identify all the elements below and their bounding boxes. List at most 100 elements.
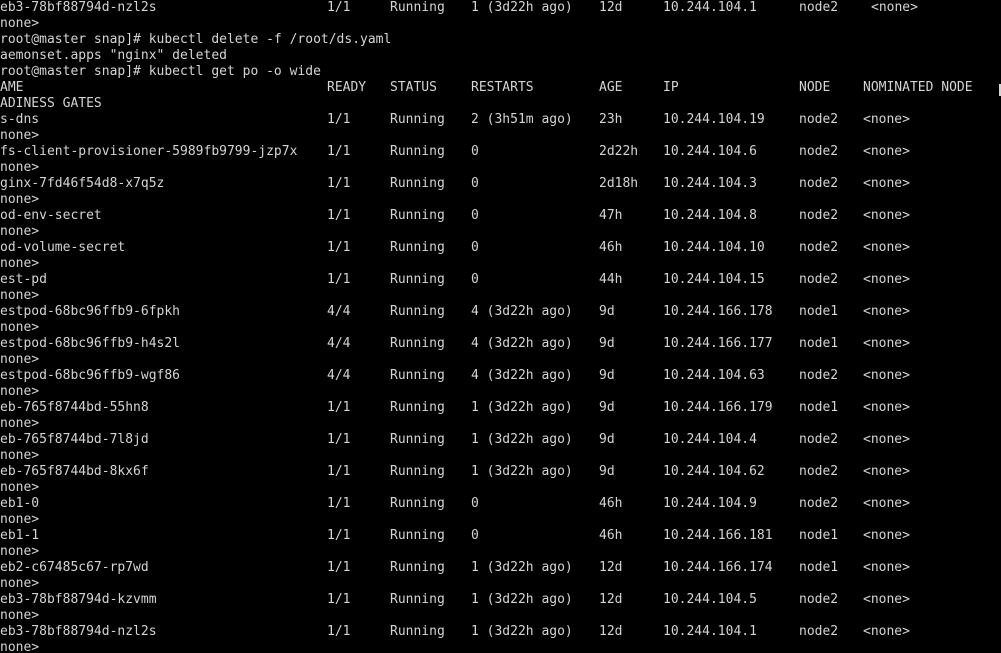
pod-status: Running — [390, 528, 445, 543]
pod-node: node2 — [799, 432, 839, 447]
command-line: root@master snap]# kubectl get po -o wid… — [0, 64, 321, 79]
pod-node: node1 — [799, 400, 839, 415]
pod-age: 46h — [599, 528, 623, 543]
pod-status: Running — [390, 176, 445, 191]
pod-status: Running — [390, 0, 445, 15]
pod-status: Running — [390, 592, 445, 607]
pod-ready: 1/1 — [327, 208, 351, 223]
row-readiness-gates: none> — [0, 448, 40, 463]
pod-ready: 1/1 — [327, 624, 351, 639]
pod-ip: 10.244.104.19 — [663, 112, 765, 127]
pod-age: 9d — [599, 336, 615, 351]
pod-ip: 10.244.166.179 — [663, 400, 773, 415]
header-restarts: RESTARTS — [471, 80, 534, 95]
pod-name: eb1-1 — [0, 528, 40, 543]
pod-node: node1 — [799, 336, 839, 351]
pod-restarts: 4 (3d22h ago) — [471, 368, 573, 383]
pod-ready: 1/1 — [327, 592, 351, 607]
row-readiness-gates: none> — [0, 128, 40, 143]
pod-name: eb1-0 — [0, 496, 40, 511]
pod-name: eb3-78bf88794d-kzvmm — [0, 592, 157, 607]
pod-ready: 1/1 — [327, 144, 351, 159]
pod-name: eb2-c67485c67-rp7wd — [0, 560, 149, 575]
header-name: AME — [0, 80, 24, 95]
pod-restarts: 1 (3d22h ago) — [471, 624, 573, 639]
table-row: ginx-7fd46f54d8-x7q5z 1/1 Running 0 2d18… — [0, 176, 910, 192]
command-line: root@master snap]# kubectl delete -f /ro… — [0, 32, 392, 47]
header-ip: IP — [663, 80, 679, 95]
pod-name: eb-765f8744bd-7l8jd — [0, 432, 149, 447]
table-row: s-dns 1/1 Running 2 (3h51m ago) 23h 10.2… — [0, 112, 910, 128]
pod-restarts: 1 (3d22h ago) — [471, 400, 573, 415]
pod-ip: 10.244.104.3 — [663, 176, 757, 191]
pod-node: node2 — [799, 0, 839, 15]
pod-nominated-node: <none> — [863, 240, 910, 255]
table-row: eb-765f8744bd-8kx6f 1/1 Running 1 (3d22h… — [0, 464, 910, 480]
pod-ready: 1/1 — [327, 560, 351, 575]
header-node: NODE — [799, 80, 831, 95]
table-row: fs-client-provisioner-5989fb9799-jzp7x 1… — [0, 144, 910, 160]
pod-age: 9d — [599, 432, 615, 447]
pod-restarts: 0 — [471, 176, 479, 191]
table-row: est-pd 1/1 Running 0 44h 10.244.104.15 n… — [0, 272, 910, 288]
pod-node: node1 — [799, 304, 839, 319]
pod-restarts: 1 (3d22h ago) — [471, 560, 573, 575]
pod-name: eb-765f8744bd-55hn8 — [0, 400, 149, 415]
table-row: eb3-78bf88794d-nzl2s 1/1 Running 1 (3d22… — [0, 624, 910, 640]
pod-node: node2 — [799, 112, 839, 127]
row-readiness-gates: none> — [0, 192, 40, 207]
pod-nominated-node: <none> — [863, 112, 910, 127]
row-readiness-gates: none> — [0, 608, 40, 623]
table-row: od-volume-secret 1/1 Running 0 46h 10.24… — [0, 240, 910, 256]
pod-age: 12d — [599, 560, 623, 575]
pod-restarts: 0 — [471, 528, 479, 543]
pod-ready: 1/1 — [327, 464, 351, 479]
pod-status: Running — [390, 368, 445, 383]
pod-nominated-node: <none> — [863, 176, 910, 191]
pod-ip: 10.244.104.10 — [663, 240, 765, 255]
pod-restarts: 0 — [471, 208, 479, 223]
pod-nominated-node: <none> — [871, 0, 918, 15]
pod-restarts: 0 — [471, 240, 479, 255]
pod-ip: 10.244.166.178 — [663, 304, 773, 319]
pod-status: Running — [390, 496, 445, 511]
pod-node: node1 — [799, 528, 839, 543]
pod-ip: 10.244.166.174 — [663, 560, 773, 575]
pod-status: Running — [390, 432, 445, 447]
pod-ready: 1/1 — [327, 496, 351, 511]
pod-restarts: 0 — [471, 496, 479, 511]
table-row: estpod-68bc96ffb9-wgf86 4/4 Running 4 (3… — [0, 368, 910, 384]
pod-ready: 1/1 — [327, 112, 351, 127]
pod-status: Running — [390, 464, 445, 479]
pod-restarts: 4 (3d22h ago) — [471, 336, 573, 351]
header-age: AGE — [599, 80, 623, 95]
pod-node: node2 — [799, 368, 839, 383]
pod-ready: 4/4 — [327, 368, 351, 383]
pod-ip: 10.244.104.1 — [663, 0, 757, 15]
pod-status: Running — [390, 112, 445, 127]
pod-nominated-node: <none> — [863, 528, 910, 543]
previous-output-gates: none> — [0, 16, 40, 31]
pod-restarts: 4 (3d22h ago) — [471, 304, 573, 319]
pod-age: 23h — [599, 112, 623, 127]
pod-ready: 1/1 — [327, 176, 351, 191]
pod-nominated-node: <none> — [863, 144, 910, 159]
table-row: eb-765f8744bd-7l8jd 1/1 Running 1 (3d22h… — [0, 432, 910, 448]
pod-node: node2 — [799, 272, 839, 287]
pod-status: Running — [390, 400, 445, 415]
pod-nominated-node: <none> — [863, 272, 910, 287]
table-row: eb1-1 1/1 Running 0 46h 10.244.166.181 n… — [0, 528, 910, 544]
pod-age: 9d — [599, 304, 615, 319]
pod-age: 9d — [599, 368, 615, 383]
terminal-window[interactable]: eb3-78bf88794d-nzl2s 1/1 Running 1 (3d22… — [0, 0, 1001, 653]
pod-age: 12d — [599, 0, 623, 15]
pod-name: s-dns — [0, 112, 40, 127]
table-row: od-env-secret 1/1 Running 0 47h 10.244.1… — [0, 208, 910, 224]
pod-ip: 10.244.104.5 — [663, 592, 757, 607]
row-readiness-gates: none> — [0, 160, 40, 175]
pod-ready: 4/4 — [327, 336, 351, 351]
pod-ready: 1/1 — [327, 432, 351, 447]
pod-ip: 10.244.104.15 — [663, 272, 765, 287]
pod-status: Running — [390, 336, 445, 351]
pod-name: est-pd — [0, 272, 47, 287]
